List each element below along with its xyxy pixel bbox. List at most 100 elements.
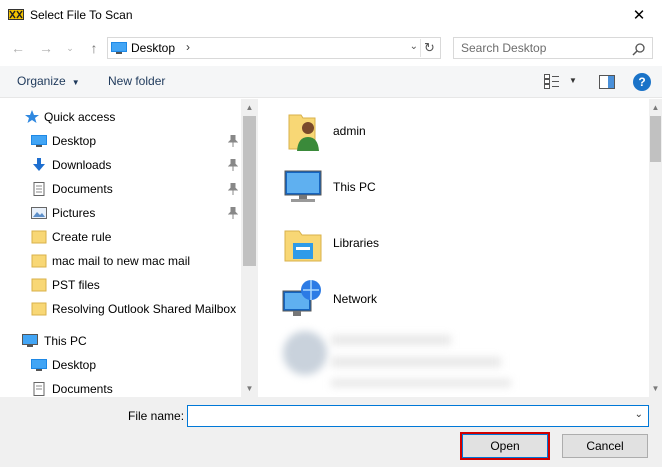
- computer-icon: [22, 334, 38, 347]
- folder-icon: [31, 254, 47, 268]
- sidebar-item-label: PST files: [52, 278, 100, 292]
- change-view-icon[interactable]: [544, 74, 560, 89]
- quick-access-item[interactable]: Quick access: [0, 105, 240, 129]
- list-item-libraries[interactable]: Libraries: [281, 217, 621, 269]
- pin-icon: [228, 135, 238, 147]
- address-dropdown-icon[interactable]: ⌄: [410, 41, 418, 52]
- item-label: Network: [333, 292, 378, 306]
- view-options-dropdown-icon[interactable]: ▼: [569, 76, 577, 85]
- sidebar-item-downloads[interactable]: Downloads: [0, 153, 240, 177]
- sidebar-item-pc-documents[interactable]: Documents: [0, 377, 240, 397]
- up-arrow-icon: ↑: [90, 40, 98, 56]
- close-button[interactable]: ✕: [616, 0, 662, 30]
- organize-button[interactable]: Organize ▼: [17, 74, 80, 88]
- navigation-scrollbar[interactable]: ▲ ▼: [241, 99, 258, 397]
- file-name-field[interactable]: ⌄: [187, 405, 649, 427]
- sidebar-item-label: Resolving Outlook Shared Mailbox r: [52, 302, 240, 316]
- navigation-pane: Quick access Desktop Downloads Documents…: [0, 99, 258, 397]
- user-folder-icon: [288, 114, 319, 151]
- search-input[interactable]: Search Desktop: [461, 41, 546, 55]
- up-button[interactable]: ↑: [84, 38, 104, 58]
- desktop-icon: [31, 359, 47, 371]
- sidebar-item-label: Documents: [52, 382, 113, 396]
- sidebar-item-label: mac mail to new mac mail: [52, 254, 191, 268]
- sidebar-item-mac-mail[interactable]: mac mail to new mac mail: [0, 249, 240, 273]
- scroll-up-icon[interactable]: ▲: [241, 99, 258, 116]
- help-icon[interactable]: ?: [633, 73, 651, 91]
- scroll-down-icon[interactable]: ▼: [649, 380, 662, 397]
- libraries-icon: [284, 230, 322, 262]
- scroll-thumb[interactable]: [243, 116, 256, 266]
- sidebar-item-pictures[interactable]: Pictures: [0, 201, 240, 225]
- blurred-detail: [331, 379, 511, 387]
- sidebar-item-pst-files[interactable]: PST files: [0, 273, 240, 297]
- sidebar-item-label: Downloads: [52, 158, 112, 172]
- cancel-button[interactable]: Cancel: [562, 434, 648, 458]
- blurred-sublabel: [331, 357, 501, 367]
- blurred-label: [331, 335, 451, 345]
- item-label: admin: [333, 124, 366, 138]
- list-item-this-pc[interactable]: This PC: [281, 161, 621, 213]
- dialog-footer: File name: ⌄ Open Cancel: [0, 397, 662, 467]
- preview-pane-icon[interactable]: [599, 75, 615, 89]
- file-name-label: File name:: [128, 409, 185, 423]
- chevron-down-icon[interactable]: ⌄: [635, 409, 643, 420]
- close-icon: ✕: [632, 7, 646, 24]
- quick-access-label: Quick access: [44, 110, 116, 124]
- address-location[interactable]: Desktop: [131, 41, 175, 55]
- chevron-down-icon: ⌄: [66, 42, 74, 53]
- forward-button[interactable]: →: [36, 38, 56, 58]
- address-bar[interactable]: Desktop › ⌄ ↻: [107, 37, 441, 59]
- scanner-app-icon: [8, 9, 24, 20]
- computer-icon: [284, 170, 322, 202]
- folder-icon: [31, 230, 47, 244]
- list-item-network[interactable]: Network: [281, 273, 621, 325]
- scroll-down-icon[interactable]: ▼: [241, 380, 258, 397]
- sidebar-item-label: Desktop: [52, 358, 97, 372]
- breadcrumb-chevron-icon[interactable]: ›: [186, 40, 190, 54]
- recent-locations-button[interactable]: ⌄: [60, 38, 80, 58]
- list-item-admin[interactable]: admin: [281, 105, 621, 157]
- pin-icon: [228, 183, 238, 195]
- item-label: This PC: [333, 180, 376, 194]
- search-icon[interactable]: [632, 42, 646, 56]
- sidebar-item-create-rule[interactable]: Create rule: [0, 225, 240, 249]
- sidebar-item-label: Desktop: [52, 134, 97, 148]
- back-arrow-icon: ←: [11, 40, 25, 56]
- folder-icon: [31, 302, 47, 316]
- blurred-icon: [283, 331, 327, 375]
- sidebar-item-label: Documents: [52, 182, 113, 196]
- sidebar-item-label: Pictures: [52, 206, 96, 220]
- content-scrollbar[interactable]: ▲ ▼: [649, 99, 662, 397]
- item-label: Libraries: [333, 236, 380, 250]
- sidebar-item-this-pc[interactable]: This PC: [0, 329, 240, 353]
- open-button[interactable]: Open: [462, 434, 548, 458]
- star-icon: [25, 110, 39, 123]
- refresh-icon[interactable]: ↻: [420, 39, 438, 57]
- documents-icon: [33, 182, 45, 196]
- scroll-thumb[interactable]: [650, 116, 661, 162]
- pictures-icon: [31, 207, 47, 219]
- organize-label: Organize: [17, 74, 66, 88]
- forward-arrow-icon: →: [39, 40, 53, 56]
- sidebar-item-pc-desktop[interactable]: Desktop: [0, 353, 240, 377]
- pin-icon: [228, 159, 238, 171]
- back-button[interactable]: ←: [8, 38, 28, 58]
- download-icon: [33, 158, 45, 171]
- this-pc-label: This PC: [44, 334, 87, 348]
- dropdown-arrow-icon: ▼: [71, 78, 80, 87]
- desktop-icon: [31, 135, 47, 147]
- search-box[interactable]: Search Desktop: [453, 37, 653, 59]
- new-folder-button[interactable]: New folder: [108, 74, 165, 88]
- sidebar-item-label: Create rule: [52, 230, 112, 244]
- network-icon: [282, 280, 321, 316]
- sidebar-item-documents[interactable]: Documents: [0, 177, 240, 201]
- pin-icon: [228, 207, 238, 219]
- sidebar-item-resolving-outlook[interactable]: Resolving Outlook Shared Mailbox r: [0, 297, 240, 321]
- desktop-icon: [111, 42, 127, 54]
- command-toolbar: Organize ▼ New folder: [0, 66, 662, 98]
- folder-icon: [31, 278, 47, 292]
- scroll-up-icon[interactable]: ▲: [649, 99, 662, 116]
- sidebar-item-desktop[interactable]: Desktop: [0, 129, 240, 153]
- title-bar: Select File To Scan ✕: [0, 0, 662, 31]
